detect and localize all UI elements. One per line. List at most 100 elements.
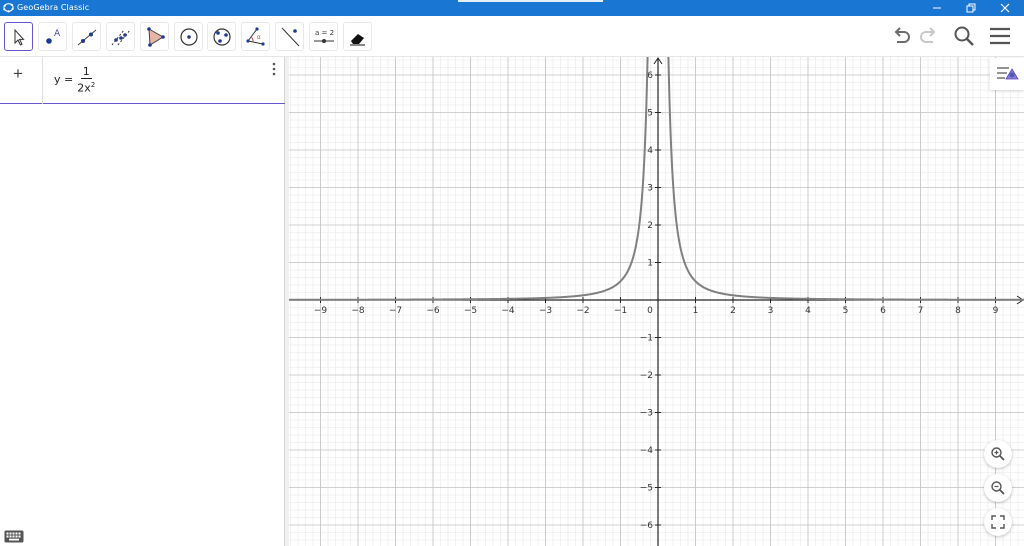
point-tool-button[interactable]: A <box>38 22 67 51</box>
reflect-tool-button[interactable] <box>275 22 304 51</box>
y-tick-label: −6 <box>640 521 654 531</box>
svg-text:A: A <box>54 29 61 39</box>
x-tick-label: 7 <box>918 306 924 316</box>
function-curve[interactable] <box>289 57 1024 301</box>
x-tick-label: 3 <box>768 306 774 316</box>
x-tick-label: −7 <box>389 306 402 316</box>
graphics-view[interactable]: −9 −8 −7 −6 −5 −4 −3 −2 −1 0 1 2 3 4 5 6 7 8 9 1 2 3 4 5 6 −1 −2−… <box>289 57 1024 546</box>
y-axis-tick-labels: 123456−1−2−3−4−5−6 <box>640 71 654 531</box>
circle-three-points-tool-button[interactable] <box>207 22 236 51</box>
zoom-out-button[interactable] <box>984 474 1012 502</box>
search-button[interactable] <box>952 24 976 48</box>
delete-tool-button[interactable] <box>343 22 372 51</box>
point-icon: A <box>45 29 61 44</box>
x-tick-label: −1 <box>614 306 627 316</box>
line-tool-button[interactable] <box>72 22 101 51</box>
polygon-tool-button[interactable] <box>140 22 169 51</box>
minimize-button[interactable] <box>920 0 954 16</box>
angle-tool-button[interactable]: α <box>241 22 270 51</box>
fullscreen-icon <box>991 515 1005 529</box>
slider-icon: a = 2 <box>313 29 334 43</box>
line-icon <box>77 29 96 45</box>
angle-icon: α <box>245 26 265 46</box>
undo-icon <box>894 27 910 43</box>
zoom-in-icon <box>991 447 1005 461</box>
y-tick-label: −5 <box>640 484 653 494</box>
hamburger-menu-icon <box>990 27 1010 45</box>
y-tick-label: −4 <box>640 446 654 456</box>
graph-canvas[interactable]: −9 −8 −7 −6 −5 −4 −3 −2 −1 0 1 2 3 4 5 6 7 8 9 123456−1−2−… <box>289 57 1024 546</box>
close-button[interactable] <box>988 0 1022 16</box>
keyboard-icon[interactable] <box>4 530 24 543</box>
x-tick-label: 8 <box>955 306 961 316</box>
x-tick-label: 6 <box>880 306 886 316</box>
y-tick-label: 3 <box>647 184 653 194</box>
y-tick-label: −2 <box>640 371 653 381</box>
svg-text:α: α <box>257 35 261 41</box>
y-tick-label: 5 <box>647 109 653 119</box>
x-tick-label: 1 <box>693 306 699 316</box>
x-tick-label: 4 <box>805 306 811 316</box>
x-tick-label: −8 <box>351 306 365 316</box>
x-tick-label: 2 <box>730 306 736 316</box>
polygon-icon <box>146 26 165 47</box>
row-divider <box>42 57 43 104</box>
y-tick-label: −3 <box>640 409 653 419</box>
redo-icon <box>920 27 936 43</box>
formula-exponent: 2 <box>90 81 96 89</box>
formula-denominator: 2x2 <box>77 79 95 95</box>
x-tick-label: −9 <box>314 306 328 316</box>
redo-button[interactable] <box>917 24 941 48</box>
circle-center-icon <box>179 27 198 46</box>
x-tick-label: −5 <box>464 306 477 316</box>
algebra-entry-row[interactable]: + y = 1 2x2 <box>0 57 285 104</box>
eraser-icon <box>349 33 365 45</box>
zoom-out-icon <box>991 481 1005 495</box>
formula-lhs: y = <box>54 73 74 87</box>
x-tick-label: 9 <box>993 306 999 316</box>
close-icon <box>1000 3 1010 13</box>
fullscreen-button[interactable] <box>984 508 1012 536</box>
style-bar-toggle[interactable] <box>990 58 1024 90</box>
more-options-icon[interactable] <box>272 62 276 76</box>
circle-three-points-icon <box>212 27 231 46</box>
minimize-icon <box>933 7 941 9</box>
parallel-line-tool-button[interactable] <box>106 22 135 51</box>
title-bar-indicator <box>458 0 603 2</box>
undo-button[interactable] <box>889 24 913 48</box>
main-menu-button[interactable] <box>988 25 1012 49</box>
restore-icon <box>966 3 976 13</box>
formula-fraction: 1 2x2 <box>77 65 95 95</box>
restore-button[interactable] <box>954 0 988 16</box>
algebra-view: + y = 1 2x2 <box>0 57 289 546</box>
minor-grid <box>289 57 1024 546</box>
x-tick-label: 0 <box>647 306 653 316</box>
graphics-style-icon <box>997 67 1019 80</box>
y-tick-label: −1 <box>640 334 653 344</box>
function-formula[interactable]: y = 1 2x2 <box>54 65 95 95</box>
y-tick-label: 1 <box>647 259 653 269</box>
title-bar: GeoGebra Classic <box>0 0 1024 16</box>
parallel-line-icon <box>111 29 130 45</box>
move-cursor-icon <box>14 28 25 46</box>
formula-numerator: 1 <box>80 65 92 79</box>
window-title: GeoGebra Classic <box>17 3 90 12</box>
formula-denominator-base: 2x <box>77 81 91 95</box>
reflect-icon <box>281 27 299 46</box>
slider-tool-button[interactable]: a = 2 <box>309 22 338 51</box>
search-icon <box>954 26 974 46</box>
slider-tool-label: a = 2 <box>315 29 334 37</box>
add-input-icon[interactable]: + <box>13 64 23 84</box>
circle-center-tool-button[interactable] <box>174 22 203 51</box>
x-tick-label: −2 <box>576 306 589 316</box>
geogebra-logo-icon <box>3 3 14 13</box>
x-tick-label: 5 <box>843 306 849 316</box>
y-tick-label: 2 <box>647 221 653 231</box>
move-tool-button[interactable] <box>4 22 33 51</box>
y-tick-label: 4 <box>647 146 653 156</box>
x-tick-label: −6 <box>426 306 440 316</box>
toolbar: A α a = 2 <box>0 16 1024 57</box>
x-tick-label: −3 <box>539 306 552 316</box>
x-tick-label: −4 <box>501 306 515 316</box>
zoom-in-button[interactable] <box>984 440 1012 468</box>
